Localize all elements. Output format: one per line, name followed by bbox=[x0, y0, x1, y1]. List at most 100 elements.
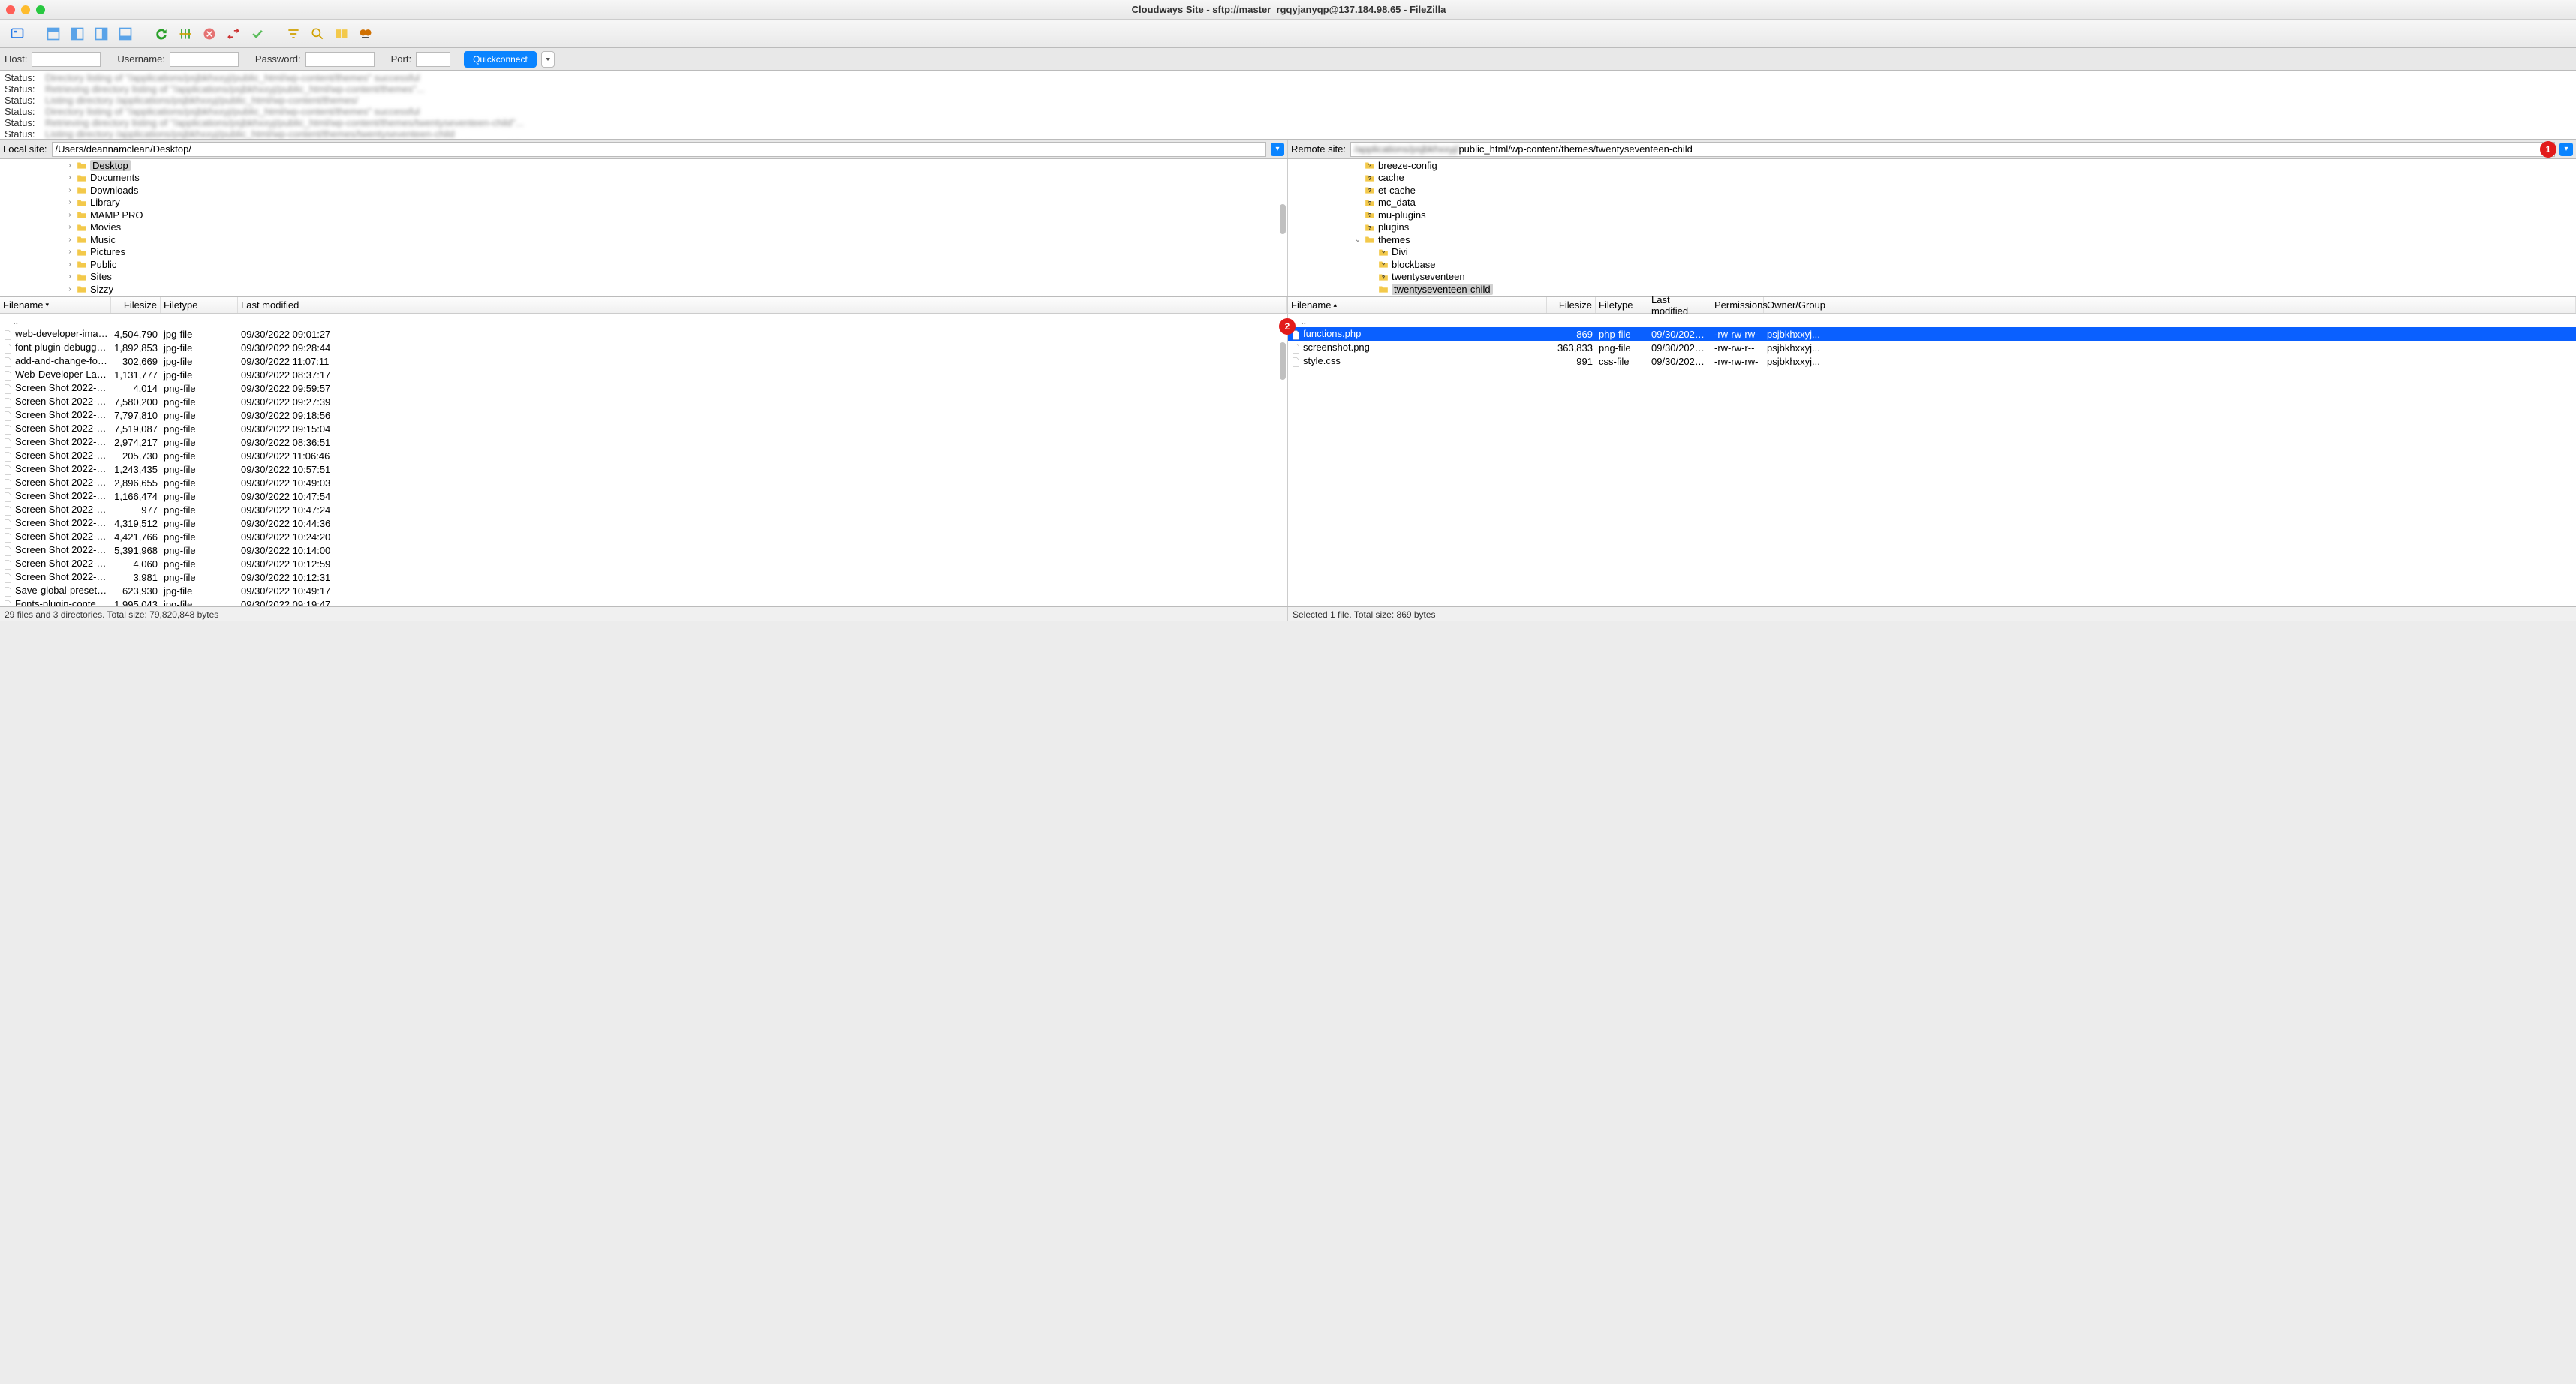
password-input[interactable] bbox=[305, 52, 375, 67]
local-file-list[interactable]: Filename ▾ Filesize Filetype Last modifi… bbox=[0, 297, 1288, 606]
tree-item[interactable]: ?cache bbox=[1288, 172, 2576, 185]
toggle-log-button[interactable] bbox=[44, 24, 63, 44]
tree-item[interactable]: ?et-cache bbox=[1288, 184, 2576, 197]
tree-item[interactable]: ›Music bbox=[0, 233, 1287, 246]
remote-file-list[interactable]: 2 Filename ▴ Filesize Filetype Last modi… bbox=[1288, 297, 2576, 606]
quickconnect-button[interactable]: Quickconnect bbox=[464, 51, 537, 68]
local-tree[interactable]: ›Desktop›Documents›Downloads›Library›MAM… bbox=[0, 159, 1288, 296]
tree-item[interactable]: ›MAMP PRO bbox=[0, 209, 1287, 221]
file-row[interactable]: functions.php869php-file09/30/2022 1...-… bbox=[1288, 327, 2576, 341]
reconnect-button[interactable] bbox=[248, 24, 267, 44]
col-filename[interactable]: Filename ▾ bbox=[0, 297, 111, 313]
file-row[interactable]: Screen Shot 2022-09..205,730png-file09/3… bbox=[0, 449, 1287, 462]
tree-item[interactable]: ›Documents bbox=[0, 172, 1287, 185]
disclosure-icon[interactable]: › bbox=[66, 186, 74, 194]
file-row[interactable]: Fonts-plugin-content..1,995,043jpg-file0… bbox=[0, 597, 1287, 606]
remote-list-header[interactable]: Filename ▴ Filesize Filetype Last modifi… bbox=[1288, 297, 2576, 314]
quickconnect-dropdown[interactable] bbox=[541, 51, 555, 68]
site-manager-button[interactable] bbox=[8, 24, 27, 44]
toggle-local-tree-button[interactable] bbox=[68, 24, 87, 44]
file-row[interactable]: Screen Shot 2022-09..977png-file09/30/20… bbox=[0, 503, 1287, 516]
file-row[interactable]: style.css991css-file09/30/2022 1...-rw-r… bbox=[1288, 354, 2576, 368]
disclosure-icon[interactable]: ⌄ bbox=[1354, 236, 1362, 244]
tree-item[interactable]: ?blockbase bbox=[1288, 258, 2576, 271]
disclosure-icon[interactable]: › bbox=[66, 236, 74, 244]
local-list-header[interactable]: Filename ▾ Filesize Filetype Last modifi… bbox=[0, 297, 1287, 314]
col-filesize[interactable]: Filesize bbox=[1547, 297, 1596, 313]
toggle-queue-button[interactable] bbox=[116, 24, 135, 44]
disclosure-icon[interactable]: › bbox=[66, 211, 74, 219]
file-row[interactable]: add-and-change-font..302,669jpg-file09/3… bbox=[0, 354, 1287, 368]
file-row[interactable]: Screen Shot 2022-09..5,391,968png-file09… bbox=[0, 543, 1287, 557]
remote-site-input[interactable]: /applications/psjbkhxxyj/ public_html/wp… bbox=[1350, 142, 2555, 157]
disclosure-icon[interactable]: › bbox=[66, 248, 74, 256]
filter-button[interactable] bbox=[284, 24, 303, 44]
file-row[interactable]: screenshot.png363,833png-file09/30/2022 … bbox=[1288, 341, 2576, 354]
message-log[interactable]: Status:Directory listing of "/applicatio… bbox=[0, 71, 2576, 140]
local-site-dropdown[interactable]: ▾ bbox=[1271, 143, 1284, 156]
process-queue-button[interactable] bbox=[176, 24, 195, 44]
close-window-button[interactable] bbox=[6, 5, 15, 14]
file-row[interactable]: Screen Shot 2022-09..7,797,810png-file09… bbox=[0, 408, 1287, 422]
tree-item[interactable]: ›Desktop bbox=[0, 159, 1287, 172]
col-filetype[interactable]: Filetype bbox=[1596, 297, 1648, 313]
sync-browse-button[interactable] bbox=[356, 24, 375, 44]
col-owner[interactable]: Owner/Group bbox=[1764, 297, 2576, 313]
search-button[interactable] bbox=[308, 24, 327, 44]
disconnect-button[interactable] bbox=[224, 24, 243, 44]
host-input[interactable] bbox=[32, 52, 101, 67]
tree-item[interactable]: ?mu-plugins bbox=[1288, 209, 2576, 221]
file-row[interactable]: web-developer-imag..4,504,790jpg-file09/… bbox=[0, 327, 1287, 341]
refresh-button[interactable] bbox=[152, 24, 171, 44]
tree-item[interactable]: ›Public bbox=[0, 258, 1287, 271]
file-row[interactable]: Screen Shot 2022-09..2,974,217png-file09… bbox=[0, 435, 1287, 449]
file-row[interactable]: Web-Developer-Layo..1,131,777jpg-file09/… bbox=[0, 368, 1287, 381]
scrollbar[interactable] bbox=[1280, 204, 1286, 234]
minimize-window-button[interactable] bbox=[21, 5, 30, 14]
file-row[interactable]: Screen Shot 2022-09..3,981png-file09/30/… bbox=[0, 570, 1287, 584]
zoom-window-button[interactable] bbox=[36, 5, 45, 14]
tree-item[interactable]: ›Movies bbox=[0, 221, 1287, 234]
disclosure-icon[interactable]: › bbox=[66, 198, 74, 206]
col-filename[interactable]: Filename ▴ bbox=[1288, 297, 1547, 313]
tree-item[interactable]: ?breeze-config bbox=[1288, 159, 2576, 172]
tree-item[interactable]: twentyseventeen-child bbox=[1288, 283, 2576, 296]
scrollbar[interactable] bbox=[1280, 342, 1286, 380]
remote-tree[interactable]: ?breeze-config?cache?et-cache?mc_data?mu… bbox=[1288, 159, 2576, 296]
disclosure-icon[interactable]: › bbox=[66, 223, 74, 231]
file-row[interactable]: Screen Shot 2022-09..4,319,512png-file09… bbox=[0, 516, 1287, 530]
file-row[interactable]: Screen Shot 2022-09..4,421,766png-file09… bbox=[0, 530, 1287, 543]
tree-item[interactable]: ›Library bbox=[0, 197, 1287, 209]
tree-item[interactable]: ›Sizzy bbox=[0, 283, 1287, 296]
cancel-button[interactable] bbox=[200, 24, 219, 44]
file-row[interactable]: Screen Shot 2022-09..1,243,435png-file09… bbox=[0, 462, 1287, 476]
col-permissions[interactable]: Permissions bbox=[1711, 297, 1764, 313]
col-modified[interactable]: Last modified bbox=[238, 297, 1287, 313]
disclosure-icon[interactable]: › bbox=[66, 260, 74, 269]
col-filesize[interactable]: Filesize bbox=[111, 297, 161, 313]
tree-item[interactable]: ?twentyseventeen bbox=[1288, 271, 2576, 284]
parent-dir[interactable]: .. bbox=[0, 314, 1287, 327]
file-row[interactable]: Screen Shot 2022-09..1,166,474png-file09… bbox=[0, 489, 1287, 503]
disclosure-icon[interactable]: › bbox=[66, 285, 74, 293]
file-row[interactable]: Screen Shot 2022-09..4,060png-file09/30/… bbox=[0, 557, 1287, 570]
compare-button[interactable] bbox=[332, 24, 351, 44]
tree-item[interactable]: ⌄themes bbox=[1288, 233, 2576, 246]
tree-item[interactable]: ›Sites bbox=[0, 271, 1287, 284]
username-input[interactable] bbox=[170, 52, 239, 67]
remote-site-dropdown[interactable]: ▾ bbox=[2559, 143, 2573, 156]
file-row[interactable]: Screen Shot 2022-09..2,896,655png-file09… bbox=[0, 476, 1287, 489]
file-row[interactable]: Screen Shot 2022-09..7,519,087png-file09… bbox=[0, 422, 1287, 435]
file-row[interactable]: Save-global-preset.jpg623,930jpg-file09/… bbox=[0, 584, 1287, 597]
port-input[interactable] bbox=[416, 52, 450, 67]
file-row[interactable]: Screen Shot 2022-09..4,014png-file09/30/… bbox=[0, 381, 1287, 395]
file-row[interactable]: font-plugin-debuggin..1,892,853jpg-file0… bbox=[0, 341, 1287, 354]
col-filetype[interactable]: Filetype bbox=[161, 297, 238, 313]
local-site-input[interactable]: /Users/deannamclean/Desktop/ bbox=[52, 142, 1266, 157]
tree-item[interactable]: ?mc_data bbox=[1288, 197, 2576, 209]
tree-item[interactable]: ?Divi bbox=[1288, 246, 2576, 259]
disclosure-icon[interactable]: › bbox=[66, 173, 74, 182]
parent-dir[interactable]: .. bbox=[1288, 314, 2576, 327]
col-modified[interactable]: Last modified bbox=[1648, 297, 1711, 313]
tree-item[interactable]: ?plugins bbox=[1288, 221, 2576, 234]
